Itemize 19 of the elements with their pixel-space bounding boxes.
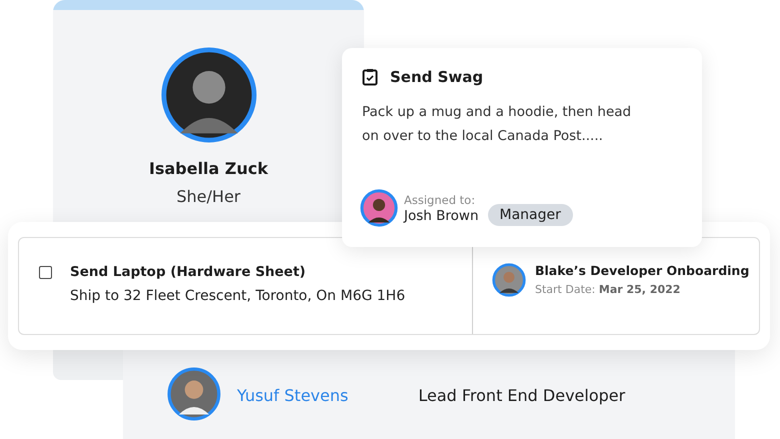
person-name: Isabella Zuck (148, 159, 268, 178)
role-tag: Manager (488, 204, 573, 226)
job-title: Lead Front End Developer (418, 386, 626, 404)
pronouns: She/Her (176, 187, 240, 206)
assignee-name: Josh Brown (404, 208, 478, 224)
task-title: Send Swag (390, 68, 484, 86)
clipboard-check-icon (362, 68, 378, 86)
start-date-label: Start Date: (535, 283, 596, 296)
avatar (167, 367, 221, 421)
avatar (360, 189, 398, 227)
avatar (492, 263, 526, 297)
task-description: Pack up a mug and a hoodie, then head on over to the local Canada Post..... (362, 103, 632, 146)
task-address: Ship to 32 Fleet Crescent, Toronto, On M6G 1H6 (70, 288, 406, 304)
checkbox[interactable] (39, 266, 52, 279)
onboarding-title: Blake’s Developer Onboarding (535, 263, 750, 278)
start-date: Mar 25, 2022 (598, 283, 680, 296)
assigned-label: Assigned to: (404, 192, 476, 206)
task-title: Send Laptop (Hardware Sheet) (70, 264, 307, 280)
person-link[interactable]: Yusuf Stevens (237, 386, 348, 404)
